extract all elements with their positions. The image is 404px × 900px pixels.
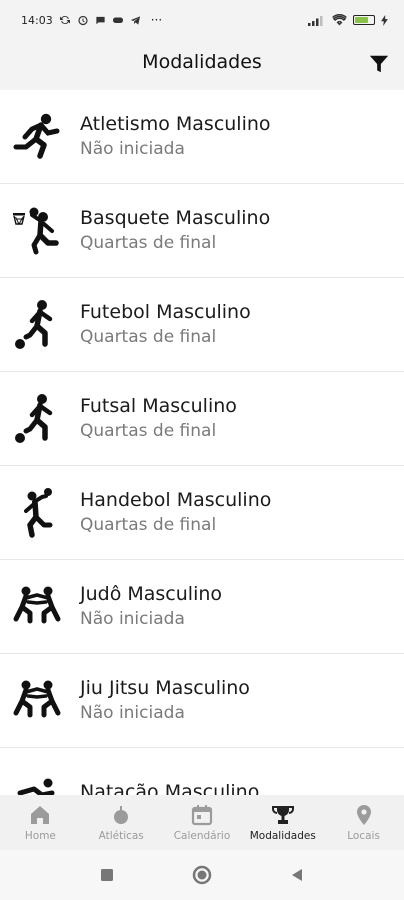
list-item[interactable]: Atletismo Masculino Não iniciada bbox=[0, 90, 404, 184]
status-time: 14:03 bbox=[21, 13, 53, 27]
list-item-texts: Judô Masculino Não iniciada bbox=[80, 584, 222, 629]
list-item-title: Futsal Masculino bbox=[80, 395, 237, 418]
trophy-icon bbox=[271, 806, 294, 824]
list-item-texts: Jiu Jitsu Masculino Não iniciada bbox=[80, 678, 250, 723]
nav-item-locais[interactable]: Locais bbox=[324, 803, 404, 842]
atleticas-icon bbox=[114, 806, 129, 824]
list-item[interactable]: Handebol Masculino Quartas de final bbox=[0, 466, 404, 560]
list-item-title: Basquete Masculino bbox=[80, 207, 271, 230]
telegram-icon bbox=[130, 15, 140, 25]
calendar-icon bbox=[191, 805, 213, 826]
nav-item-calendario[interactable]: Calendário bbox=[162, 803, 242, 842]
list-item-texts: Atletismo Masculino Não iniciada bbox=[80, 114, 271, 159]
recent-apps-icon[interactable] bbox=[100, 868, 114, 882]
nav-label: Atléticas bbox=[98, 830, 144, 842]
list-item[interactable]: Natação Masculino bbox=[0, 748, 404, 795]
status-bar: 14:03 ··· bbox=[0, 0, 404, 40]
list-item-status: Quartas de final bbox=[80, 327, 217, 348]
list-item-title: Judô Masculino bbox=[80, 583, 223, 606]
modalidades-list: Atletismo Masculino Não iniciada Basquet… bbox=[0, 90, 404, 795]
bottom-nav: Home Atléticas Calendário Modalidades Lo… bbox=[0, 795, 404, 850]
list-item-title: Handebol Masculino bbox=[80, 489, 272, 512]
list-item-status: Quartas de final bbox=[80, 421, 217, 442]
status-left: 14:03 ··· bbox=[21, 13, 162, 27]
jiujitsu-icon bbox=[13, 680, 61, 717]
nav-label: Calendário bbox=[173, 830, 231, 842]
list-item-texts: Futebol Masculino Quartas de final bbox=[80, 302, 251, 347]
list-item-status: Não iniciada bbox=[80, 703, 185, 724]
list-item[interactable]: Jiu Jitsu Masculino Não iniciada bbox=[0, 654, 404, 748]
list-item-title: Atletismo Masculino bbox=[80, 113, 271, 136]
alarm-icon bbox=[78, 15, 88, 26]
home-circle-icon[interactable] bbox=[192, 865, 212, 885]
list-item-status: Não iniciada bbox=[80, 609, 185, 630]
list-item[interactable]: Basquete Masculino Quartas de final bbox=[0, 184, 404, 278]
location-icon bbox=[356, 805, 371, 825]
nav-item-atleticas[interactable]: Atléticas bbox=[81, 803, 161, 842]
list-item[interactable]: Judô Masculino Não iniciada bbox=[0, 560, 404, 654]
list-item-texts: Handebol Masculino Quartas de final bbox=[80, 490, 271, 535]
charging-icon bbox=[381, 14, 388, 26]
back-icon[interactable] bbox=[290, 868, 304, 882]
running-icon bbox=[13, 113, 60, 159]
nav-item-modalidades[interactable]: Modalidades bbox=[243, 803, 323, 842]
list-item-title: Jiu Jitsu Masculino bbox=[80, 677, 250, 700]
nav-label: Home bbox=[24, 830, 56, 842]
nav-label: Locais bbox=[347, 830, 380, 842]
futsal-icon bbox=[15, 393, 53, 443]
list-item[interactable]: Futebol Masculino Quartas de final bbox=[0, 278, 404, 372]
battery-level bbox=[355, 17, 368, 23]
battery-icon bbox=[353, 15, 375, 25]
list-item-status: Quartas de final bbox=[80, 233, 217, 254]
status-right bbox=[308, 14, 388, 26]
handball-icon bbox=[24, 487, 53, 538]
chat-icon bbox=[96, 16, 105, 24]
page-title: Modalidades bbox=[142, 51, 262, 73]
list-item-title: Natação Masculino bbox=[80, 780, 260, 795]
nav-item-home[interactable]: Home bbox=[0, 803, 80, 842]
home-icon bbox=[31, 806, 50, 824]
swimming-icon bbox=[17, 778, 55, 795]
status-more: ··· bbox=[150, 13, 163, 27]
system-nav-bar bbox=[0, 850, 404, 900]
app-bar: Modalidades bbox=[0, 40, 404, 90]
nav-label: Modalidades bbox=[249, 830, 316, 842]
sync-icon bbox=[59, 15, 70, 25]
list-item-texts: Natação Masculino bbox=[80, 780, 260, 795]
basketball-icon bbox=[13, 207, 59, 254]
judo-icon bbox=[13, 586, 61, 623]
soccer-icon bbox=[15, 299, 53, 349]
signal-icon bbox=[308, 16, 323, 26]
wifi-icon bbox=[332, 14, 347, 26]
list-item-status: Não iniciada bbox=[80, 139, 185, 160]
list-item-texts: Futsal Masculino Quartas de final bbox=[80, 396, 237, 441]
filter-icon[interactable] bbox=[368, 53, 390, 75]
list-item-status: Quartas de final bbox=[80, 515, 217, 536]
list-item-texts: Basquete Masculino Quartas de final bbox=[80, 208, 270, 253]
list-item[interactable]: Futsal Masculino Quartas de final bbox=[0, 372, 404, 466]
list-item-title: Futebol Masculino bbox=[80, 301, 251, 324]
gamepad-icon bbox=[112, 17, 123, 23]
